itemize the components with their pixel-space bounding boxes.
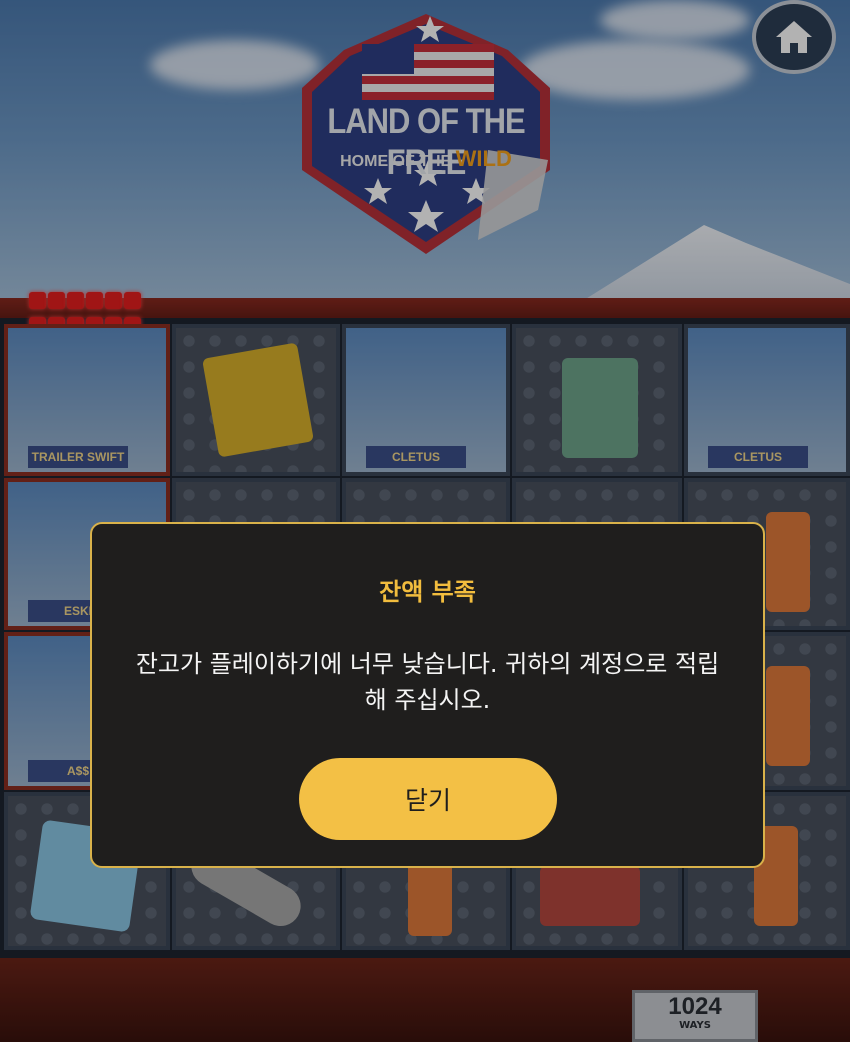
dialog-message: 잔고가 플레이하기에 너무 낮습니다. 귀하의 계정으로 적립해 주십시오. [135, 650, 720, 714]
dialog-title: 잔액 부족 [379, 578, 476, 606]
modal-backdrop [0, 0, 850, 1042]
insufficient-balance-dialog: 잔액 부족 잔고가 플레이하기에 너무 낮습니다. 귀하의 계정으로 적립해 주… [90, 522, 765, 868]
close-button[interactable]: 닫기 [299, 758, 557, 840]
